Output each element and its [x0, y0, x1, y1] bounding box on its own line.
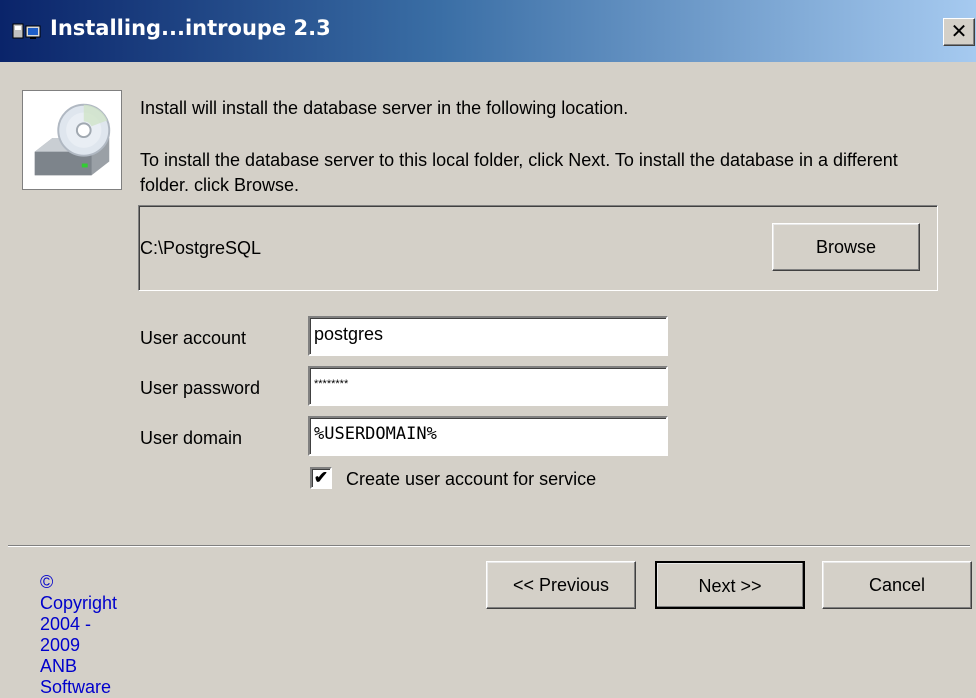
browse-button[interactable]: Browse [772, 223, 920, 271]
instructions-text: To install the database server to this l… [140, 150, 898, 195]
installer-window: Installing...introupe 2.3 ✕ Install will… [0, 0, 976, 697]
footer-divider [8, 545, 970, 547]
close-button[interactable]: ✕ [943, 18, 975, 46]
intro-text: Install will install the database server… [140, 98, 629, 118]
user-domain-field[interactable]: %USERDOMAIN% [308, 416, 668, 456]
user-password-field[interactable]: ******** [308, 366, 668, 406]
user-password-label: User password [140, 378, 261, 398]
checkmark-icon: ✔ [313, 468, 329, 487]
create-account-label[interactable]: Create user account for service [346, 469, 596, 490]
install-folder-path: C:\PostgreSQL [140, 238, 262, 258]
previous-button[interactable]: << Previous [486, 561, 636, 609]
create-account-checkbox[interactable]: ✔ [310, 467, 332, 489]
user-account-field[interactable]: postgres [308, 316, 668, 356]
title-bar: Installing...introupe 2.3 ✕ [0, 0, 976, 62]
window-title: Installing...introupe 2.3 [50, 16, 331, 40]
next-button[interactable]: Next >> [655, 561, 805, 609]
cancel-button[interactable]: Cancel [822, 561, 972, 609]
copyright-text: © Copyright 2004 - 2009 ANB Software [40, 572, 118, 697]
user-account-label: User account [140, 328, 247, 348]
installer-icon [12, 23, 41, 39]
user-domain-label: User domain [140, 428, 243, 448]
cd-drive-icon [22, 90, 122, 190]
close-icon: ✕ [950, 19, 968, 43]
